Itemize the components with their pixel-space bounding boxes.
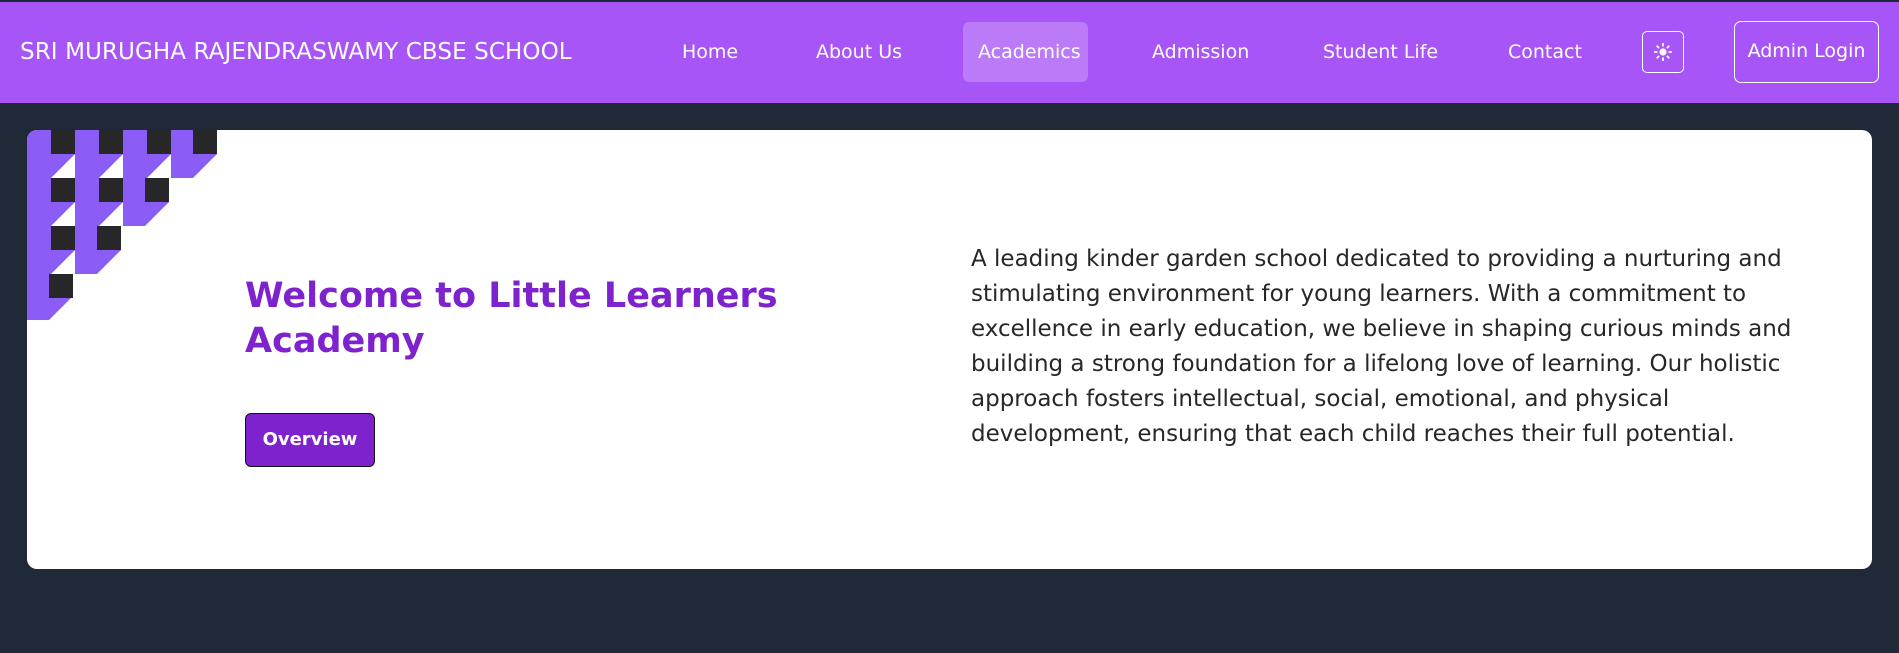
hero-description: A leading kinder garden school dedicated… <box>971 246 1792 447</box>
sun-icon <box>1653 42 1673 62</box>
nav-link-contact[interactable]: Contact <box>1493 22 1597 82</box>
theme-toggle-button[interactable] <box>1642 31 1684 73</box>
navbar: SRI MURUGHA RAJENDRASWAMY CBSE SCHOOL Ho… <box>0 2 1899 103</box>
decorative-pattern <box>27 130 217 320</box>
nav-link-admission[interactable]: Admission <box>1137 22 1264 82</box>
nav-link-home[interactable]: Home <box>667 22 753 82</box>
overview-button[interactable]: Overview <box>245 413 375 467</box>
site-brand[interactable]: SRI MURUGHA RAJENDRASWAMY CBSE SCHOOL <box>20 2 572 103</box>
nav-link-about-us[interactable]: About Us <box>801 22 917 82</box>
admin-login-button[interactable]: Admin Login <box>1734 21 1879 83</box>
nav-link-academics[interactable]: Academics <box>963 22 1088 82</box>
hero-headline: Welcome to Little Learners Academy <box>245 276 778 361</box>
hero-card: Welcome to Little Learners Academy Overv… <box>27 130 1872 569</box>
nav-link-student-life[interactable]: Student Life <box>1308 22 1453 82</box>
